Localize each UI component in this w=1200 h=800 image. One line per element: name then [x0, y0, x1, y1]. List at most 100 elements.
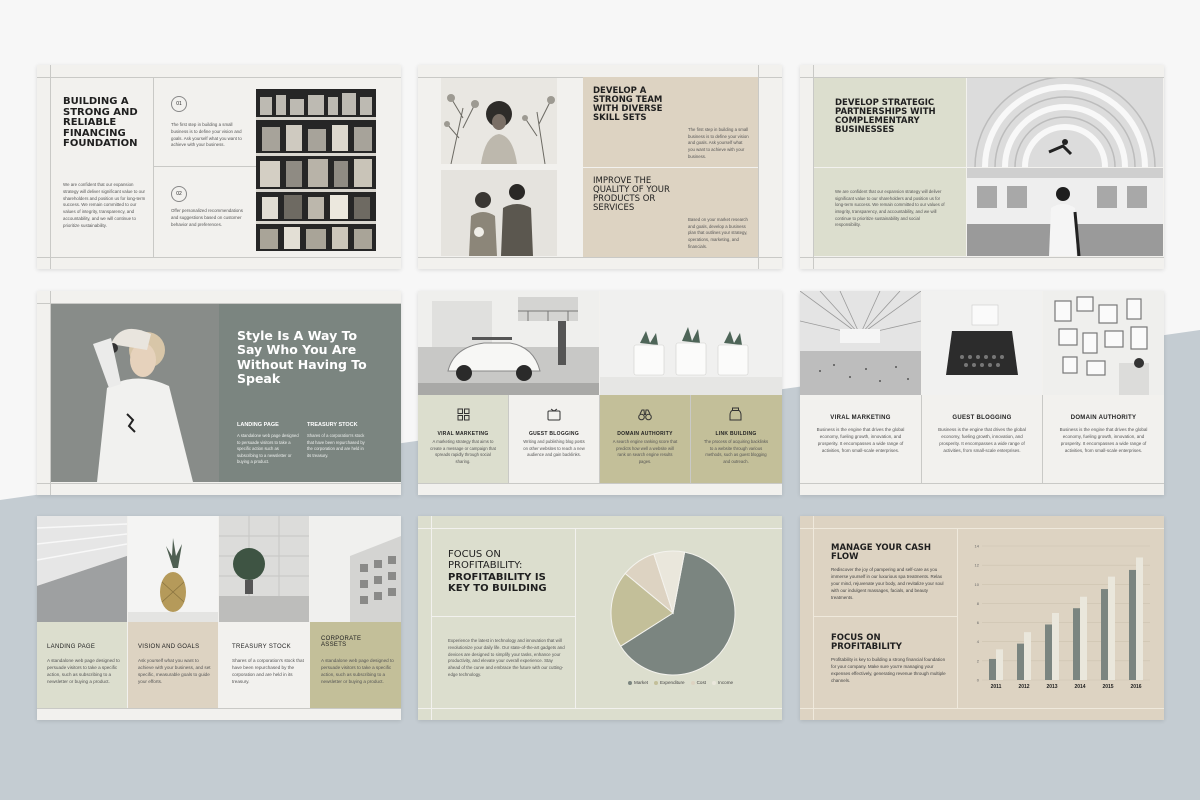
- heading-profitability: FOCUS ON PROFITABILITY: [831, 633, 902, 652]
- jar-icon: [729, 407, 742, 421]
- legend-label: Income: [718, 680, 734, 685]
- col2-text: Shares of a corporation's stock that hav…: [307, 433, 365, 458]
- typewriter-photo: [922, 291, 1042, 395]
- slide-body: We are confident that our expansion stra…: [835, 189, 945, 228]
- slide-style-quote: Style Is A Way To Say Who You Are Withou…: [37, 291, 401, 495]
- x-tick-label: 2016: [1130, 684, 1141, 690]
- card-title: LINK BUILDING: [715, 431, 757, 437]
- card-text: The process of acquiring backlinks to a …: [703, 439, 769, 464]
- slide-body: We are confident that our expansion stra…: [63, 182, 146, 228]
- bar-2015-2: [1108, 576, 1115, 680]
- text-improve-quality: Based on your market research and goals,…: [688, 217, 748, 249]
- pie-chart: [610, 550, 736, 676]
- slide-strategic-partnerships: DEVELOP STRATEGIC PARTNERSHIPS WITH COMP…: [800, 65, 1164, 269]
- card-title: CORPORATE ASSETS: [321, 636, 362, 648]
- tv-icon: [547, 408, 561, 421]
- y-tick-label: 0: [977, 678, 980, 683]
- legend-swatch: [712, 680, 717, 685]
- card-title: GUEST BLOGGING: [528, 431, 580, 437]
- slide-cash-flow-bars: MANAGE YOUR CASH FLOW Rediscover the joy…: [800, 516, 1164, 720]
- x-tick-label: 2015: [1102, 684, 1113, 690]
- y-tick-label: 6: [977, 620, 980, 625]
- slide-profitability-pie: FOCUS ON PROFITABILITY: PROFITABILITY IS…: [418, 516, 782, 720]
- card-text: Shares of a corporation's stock that hav…: [232, 658, 304, 685]
- card-text: A standalone web page designed to persua…: [47, 658, 120, 685]
- col2-title: TREASURY STOCK: [307, 422, 358, 428]
- title-light: FOCUS ON PROFITABILITY:: [448, 549, 523, 571]
- card-title: VISION AND GOALS: [138, 644, 200, 650]
- card-title: DOMAIN AUTHORITY: [617, 431, 673, 437]
- card-text: A marketing strategy that aims to create…: [430, 439, 496, 464]
- legend-item: Expenditure: [654, 680, 685, 685]
- card-title: TREASURY STOCK: [232, 644, 291, 650]
- bookshelf-photo: [256, 89, 376, 251]
- card-text: A search engine ranking score that predi…: [612, 439, 678, 464]
- gallery-wall-photo: [1043, 291, 1164, 395]
- bar-2012-2: [1024, 632, 1031, 680]
- legend-item: Market: [628, 680, 648, 685]
- card-text: A standalone web page designed to persua…: [321, 658, 394, 685]
- y-tick-label: 14: [975, 544, 980, 549]
- legend-swatch: [690, 680, 695, 685]
- slide-marketing-icons: VIRAL MARKETING A marketing strategy tha…: [418, 291, 782, 495]
- y-tick-label: 12: [975, 563, 980, 568]
- step-text-01: The first step in building a small busin…: [171, 122, 242, 148]
- card-text: Writing and publishing blog posts on oth…: [523, 439, 585, 457]
- column-text: Business is the engine that drives the g…: [938, 427, 1026, 453]
- bar-2014-2: [1080, 596, 1087, 680]
- slide-strong-team: DEVELOP A STRONG TEAM WITH DIVERSE SKILL…: [418, 65, 782, 269]
- train-station-photo: [967, 168, 1163, 256]
- bar-2013-1: [1045, 624, 1052, 680]
- col1-text: A standalone web page designed to persua…: [237, 433, 299, 464]
- bar-2016-2: [1136, 557, 1143, 680]
- slide-financing-foundation: BUILDING A STRONG AND RELIABLE FINANCING…: [37, 65, 401, 269]
- column-title: VIRAL MARKETING: [830, 415, 891, 421]
- step-number-02: 02: [171, 186, 187, 202]
- slide-title: BUILDING A STRONG AND RELIABLE FINANCING…: [63, 96, 138, 149]
- legend-swatch: [628, 680, 632, 685]
- title-bold: PROFITABILITY IS KEY TO BUILDING: [448, 572, 547, 594]
- slide-title: DEVELOP STRATEGIC PARTNERSHIPS WITH COMP…: [835, 98, 936, 135]
- column-title: GUEST BLOGGING: [952, 415, 1012, 421]
- slide-four-columns: LANDING PAGE A standalone web page desig…: [37, 516, 401, 720]
- x-tick-label: 2011: [991, 684, 1002, 690]
- bar-2015-1: [1101, 589, 1108, 680]
- legend-item: Cost: [690, 680, 707, 685]
- heading-improve-quality: IMPROVE THE QUALITY OF YOUR PRODUCTS OR …: [593, 176, 670, 213]
- x-tick-label: 2014: [1074, 684, 1085, 690]
- text-cash-flow: Rediscover the joy of pampering and self…: [831, 567, 944, 600]
- legend-label: Cost: [696, 680, 707, 685]
- plant-room-photo: [219, 516, 309, 622]
- bar-2014-1: [1073, 608, 1080, 680]
- bar-2011-1: [989, 658, 996, 680]
- architecture-photo: [800, 291, 921, 395]
- building-photo: [310, 516, 401, 622]
- bar-2012-1: [1017, 643, 1024, 680]
- card-title: LANDING PAGE: [47, 644, 96, 650]
- step-text-02: Offer personalized recommendations and s…: [171, 208, 243, 227]
- card-title: VIRAL MARKETING: [437, 431, 489, 437]
- binoculars-icon: [638, 409, 652, 421]
- x-tick-label: 2013: [1046, 684, 1057, 690]
- y-tick-label: 10: [975, 582, 980, 587]
- corridor-photo: [37, 516, 127, 622]
- arch-photo: [967, 78, 1163, 167]
- pineapple-photo: [128, 516, 218, 622]
- grid-icon: [457, 408, 470, 421]
- y-tick-label: 4: [977, 639, 980, 644]
- card-text: Ask yourself what you want to achieve wi…: [138, 658, 211, 685]
- col1-title: LANDING PAGE: [237, 422, 279, 428]
- vintage-car-photo: [418, 291, 599, 395]
- bar-2011-2: [996, 649, 1003, 680]
- heading-cash-flow: MANAGE YOUR CASH FLOW: [831, 543, 932, 562]
- woman-hoodie-photo: [51, 304, 219, 482]
- pie-legend: Market Expenditure Cost Income: [628, 680, 733, 685]
- x-tick-label: 2012: [1018, 684, 1029, 690]
- column-text: Business is the engine that drives the g…: [1059, 427, 1148, 453]
- column-title: DOMAIN AUTHORITY: [1070, 415, 1137, 421]
- bar-2016-1: [1129, 569, 1136, 680]
- pie-body-text: Experience the latest in technology and …: [448, 638, 565, 678]
- text-strong-team: The first step in building a small busin…: [688, 127, 749, 159]
- y-tick-label: 2: [977, 658, 980, 663]
- legend-label: Expenditure: [660, 680, 685, 685]
